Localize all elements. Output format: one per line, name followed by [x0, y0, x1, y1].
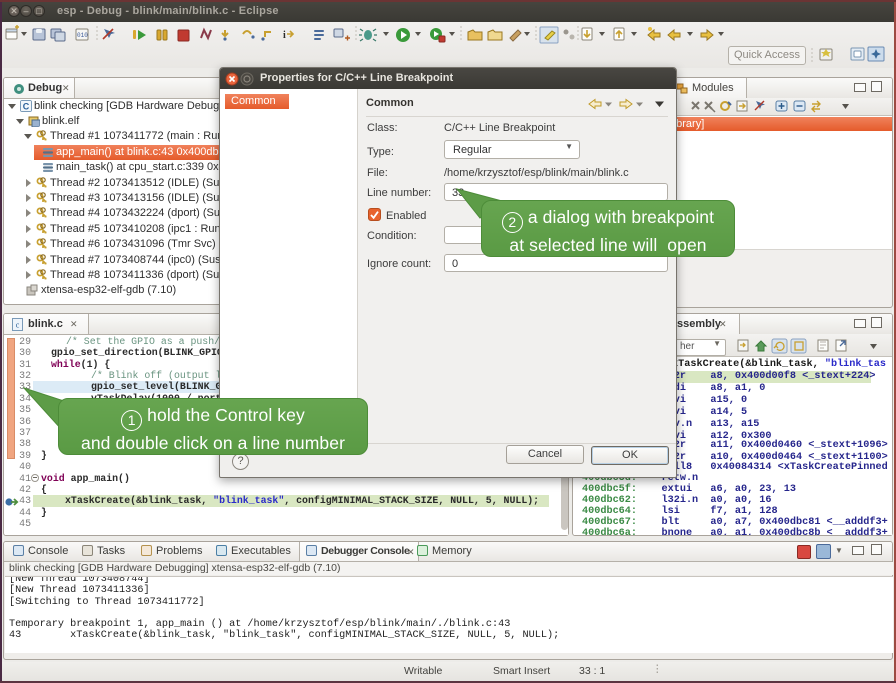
svg-text:c: c — [16, 321, 20, 330]
svg-text:C: C — [23, 101, 30, 111]
svg-text:i: i — [283, 30, 286, 41]
svg-text:010: 010 — [77, 32, 88, 39]
